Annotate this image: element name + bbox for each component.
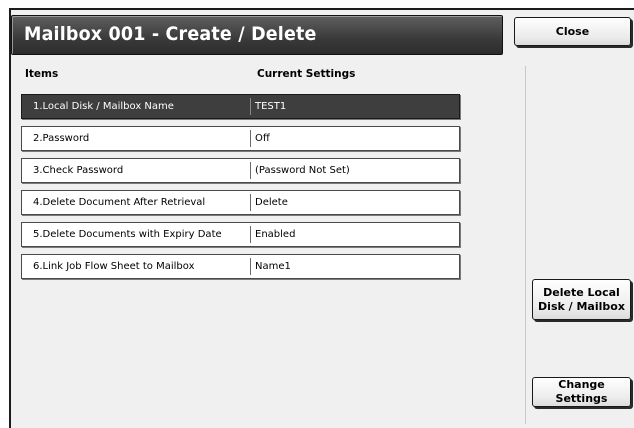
cell-divider [250,162,251,179]
cell-divider [250,98,251,115]
title-bar: Mailbox 001 - Create / Delete [11,15,503,55]
setting-current-value: Off [255,133,270,144]
items-column-header: Items [25,68,59,80]
setting-item-label: 5.Delete Documents with Expiry Date [33,229,222,240]
cell-divider [250,194,251,211]
cell-divider [250,130,251,147]
change-settings-button[interactable]: Change Settings [532,377,631,407]
setting-current-value: (Password Not Set) [255,165,350,176]
setting-current-value: Enabled [255,229,296,240]
close-button[interactable]: Close [514,17,631,46]
table-row[interactable]: 5.Delete Documents with Expiry Date Enabl… [21,222,460,247]
setting-item-label: 3.Check Password [33,165,124,176]
table-row[interactable]: 3.Check Password (Password Not Set) [21,158,460,183]
setting-item-label: 6.Link Job Flow Sheet to Mailbox [33,261,195,272]
current-settings-column-header: Current Settings [257,68,356,80]
page-title: Mailbox 001 - Create / Delete [24,23,317,45]
cell-divider [250,226,251,243]
setting-current-value: Name1 [255,261,291,272]
delete-local-disk-mailbox-button[interactable]: Delete Local Disk / Mailbox [532,279,631,320]
cell-divider [250,258,251,275]
table-row[interactable]: 2.Password Off [21,126,460,151]
setting-item-label: 4.Delete Document After Retrieval [33,197,206,208]
panel-divider [525,66,526,424]
setting-current-value: Delete [255,197,288,208]
table-row[interactable]: 6.Link Job Flow Sheet to Mailbox Name1 [21,254,460,279]
setting-item-label: 2.Password [33,133,90,144]
table-row[interactable]: 4.Delete Document After Retrieval Delete [21,190,460,215]
table-row[interactable]: 1.Local Disk / Mailbox Name TEST1 [21,94,460,119]
setting-current-value: TEST1 [255,101,287,112]
setting-item-label: 1.Local Disk / Mailbox Name [33,101,174,112]
